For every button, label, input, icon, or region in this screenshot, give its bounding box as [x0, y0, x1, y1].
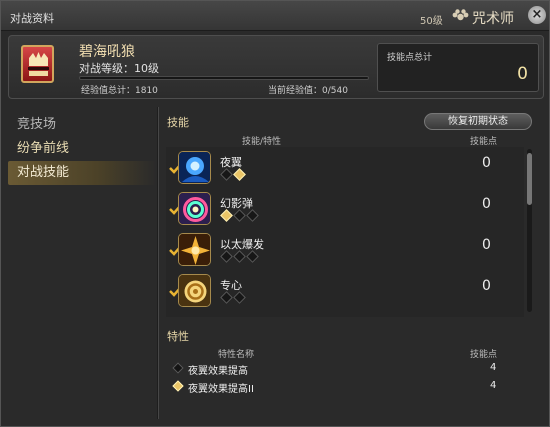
rank-pip — [233, 168, 246, 181]
column-header-trait-points: 技能点 — [470, 350, 498, 360]
skill-points: 0 — [482, 196, 491, 212]
skill-row-aetherial-burst[interactable]: 以太爆发 0 — [166, 231, 524, 272]
level-tag: 50级 — [420, 16, 443, 27]
skill-points: 0 — [482, 155, 491, 171]
scrollbar-thumb[interactable] — [527, 153, 532, 205]
reset-button[interactable]: 恢复初期状态 — [424, 113, 532, 130]
phantom-dart-icon — [178, 192, 211, 225]
skill-points-label: 技能点总计 — [387, 53, 433, 63]
sidebar: 竞技场 纷争前线 对战技能 — [8, 107, 156, 419]
trait-row[interactable]: 夜翼效果提高 4 — [166, 360, 524, 377]
skill-name: 幻影弹 — [220, 197, 253, 210]
focus-icon — [178, 274, 211, 307]
close-icon: × — [531, 7, 543, 22]
trait-points: 4 — [490, 362, 497, 373]
exp-progress-bar — [79, 76, 369, 80]
trait-name: 夜翼效果提高II — [188, 384, 254, 395]
pvp-skills-panel: 技能 恢复初期状态 技能/特性 技能点 夜翼 0 幻影弹 0 以太爆发 0 专心… — [162, 107, 544, 419]
skill-row-focus[interactable]: 专心 0 — [166, 272, 524, 313]
title-bar[interactable]: 对战资料 50级 咒术师 × — [1, 1, 549, 31]
skill-row-phantom-dart[interactable]: 幻影弹 0 — [166, 190, 524, 231]
skills-heading: 技能 — [167, 116, 189, 129]
pvp-profile-header: 碧海吼狼 对战等级：10级 经验值总计：1810 当前经验值：0/540 技能点… — [8, 35, 544, 99]
rank-pip — [220, 209, 233, 222]
aetherial-burst-icon — [178, 233, 211, 266]
rank-pip — [233, 209, 246, 222]
exp-total: 经验值总计：1810 — [81, 86, 158, 96]
skill-points: 0 — [482, 237, 491, 253]
job-icon — [452, 9, 469, 21]
column-header-points: 技能点 — [470, 137, 498, 147]
crimson-wolf-emblem-icon — [21, 45, 54, 83]
traits-heading: 特性 — [167, 330, 189, 343]
night-wing-icon — [178, 151, 211, 184]
trait-points: 4 — [490, 380, 497, 391]
rank-pip — [233, 291, 246, 304]
trait-row[interactable]: 夜翼效果提高II 4 — [166, 378, 524, 395]
job-name: 咒术师 — [472, 11, 514, 27]
sidebar-item-pvp-skills[interactable]: 对战技能 — [8, 161, 156, 185]
trait-status-icon — [172, 380, 184, 392]
skill-points-value: 0 — [517, 64, 528, 84]
sidebar-item-frontline[interactable]: 纷争前线 — [8, 137, 156, 161]
rank-pip — [246, 250, 259, 263]
skill-points-box: 技能点总计 0 — [377, 43, 539, 92]
trait-status-icon — [172, 362, 184, 374]
rank-pip — [220, 291, 233, 304]
skill-row-night-wing[interactable]: 夜翼 0 — [166, 149, 524, 190]
pvp-profile-window: 对战资料 50级 咒术师 × 碧海吼狼 对战等级：10级 经验值总计：1810 … — [0, 0, 550, 427]
close-button[interactable]: × — [528, 6, 546, 24]
skill-points: 0 — [482, 278, 491, 294]
rank-pip — [233, 250, 246, 263]
skill-list-scrollbar[interactable] — [527, 149, 532, 312]
column-header-trait: 特性名称 — [218, 350, 255, 360]
sidebar-item-arena[interactable]: 竞技场 — [8, 113, 156, 137]
column-header-skill: 技能/特性 — [242, 137, 282, 147]
rank-pip — [220, 168, 233, 181]
pvp-company-title: 碧海吼狼 — [79, 44, 135, 60]
rank-pip — [246, 209, 259, 222]
exp-current: 当前经验值：0/540 — [268, 86, 348, 96]
window-title: 对战资料 — [10, 12, 54, 25]
sidebar-divider — [157, 107, 159, 419]
trait-name: 夜翼效果提高 — [188, 366, 248, 377]
pvp-rank: 对战等级：10级 — [79, 62, 159, 75]
rank-pip — [220, 250, 233, 263]
